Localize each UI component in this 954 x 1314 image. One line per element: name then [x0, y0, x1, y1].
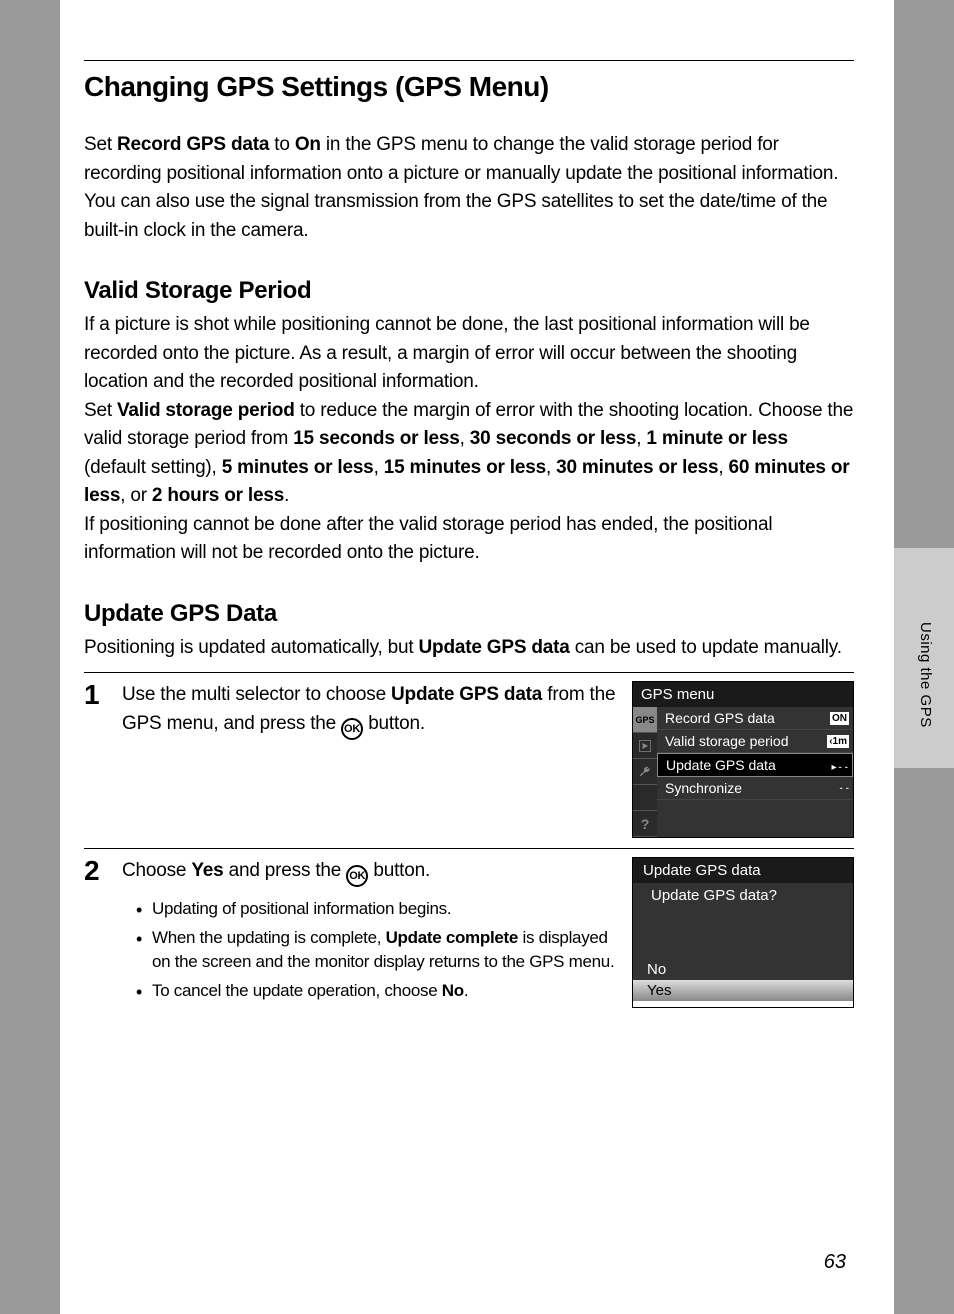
chevron-right-icon: ▸ — [832, 762, 837, 773]
menu-item-blank — [657, 800, 853, 822]
blank-tab — [633, 785, 657, 811]
update-gps-section: Update GPS Data Positioning is updated a… — [84, 600, 854, 663]
screen-title: Update GPS data — [633, 858, 853, 883]
section-paragraph: Set Valid storage period to reduce the m… — [84, 397, 854, 511]
manual-page: Changing GPS Settings (GPS Menu) Set Rec… — [60, 0, 894, 1314]
gps-menu-screenshot: GPS menu GPS ? Record GPS dataON Valid s… — [632, 681, 854, 838]
menu-value: ‹1m — [827, 735, 849, 748]
help-tab-icon: ? — [633, 811, 657, 837]
bullet-item: To cancel the update operation, choose N… — [136, 979, 620, 1004]
page-title: Changing GPS Settings (GPS Menu) — [84, 71, 854, 103]
intro-paragraph: Set Record GPS data to On in the GPS men… — [84, 131, 854, 245]
step-1: 1 Use the multi selector to choose Updat… — [84, 681, 854, 838]
update-gps-screenshot: Update GPS data Update GPS data? No Yes — [632, 857, 854, 1008]
bullet-item: When the updating is complete, Update co… — [136, 926, 620, 975]
page-number: 63 — [824, 1251, 846, 1274]
menu-item-update-gps: Update GPS data▸- - — [657, 753, 853, 777]
valid-storage-section: Valid Storage Period If a picture is sho… — [84, 277, 854, 568]
play-tab-icon — [633, 733, 657, 759]
bullet-item: Updating of positional information begin… — [136, 897, 620, 922]
screen-tabs: GPS ? — [633, 707, 657, 837]
step-number: 1 — [84, 681, 108, 709]
option-yes: Yes — [633, 980, 853, 1001]
menu-item-valid-storage: Valid storage period‹1m — [657, 730, 853, 753]
wrench-tab-icon — [633, 759, 657, 785]
section-paragraph: If a picture is shot while positioning c… — [84, 311, 854, 397]
ok-button-icon: OK — [341, 718, 363, 740]
ok-button-icon: OK — [346, 865, 368, 887]
step-bullets: Updating of positional information begin… — [136, 897, 620, 1004]
gps-tab-icon: GPS — [633, 707, 657, 733]
screen-prompt: Update GPS data? — [633, 883, 853, 959]
menu-item-record-gps: Record GPS dataON — [657, 707, 853, 730]
section-paragraph: Positioning is updated automatically, bu… — [84, 634, 854, 663]
step-2: 2 Choose Yes and press the OK button. Up… — [84, 857, 854, 1008]
step-instruction: Choose Yes and press the OK button. — [122, 857, 620, 887]
step-number: 2 — [84, 857, 108, 885]
title-rule — [84, 60, 854, 61]
step-divider — [84, 672, 854, 673]
menu-item-synchronize: Synchronize- - — [657, 777, 853, 800]
section-paragraph: If positioning cannot be done after the … — [84, 511, 854, 568]
section-heading: Update GPS Data — [84, 600, 854, 628]
menu-value: - - — [840, 783, 849, 794]
section-heading: Valid Storage Period — [84, 277, 854, 305]
menu-value: ON — [830, 712, 849, 725]
step-instruction: Use the multi selector to choose Update … — [122, 681, 620, 740]
screen-title: GPS menu — [633, 682, 853, 707]
side-section-label: Using the GPS — [917, 622, 934, 728]
step-divider — [84, 848, 854, 849]
option-no: No — [633, 959, 853, 980]
menu-value: - - — [839, 762, 848, 773]
